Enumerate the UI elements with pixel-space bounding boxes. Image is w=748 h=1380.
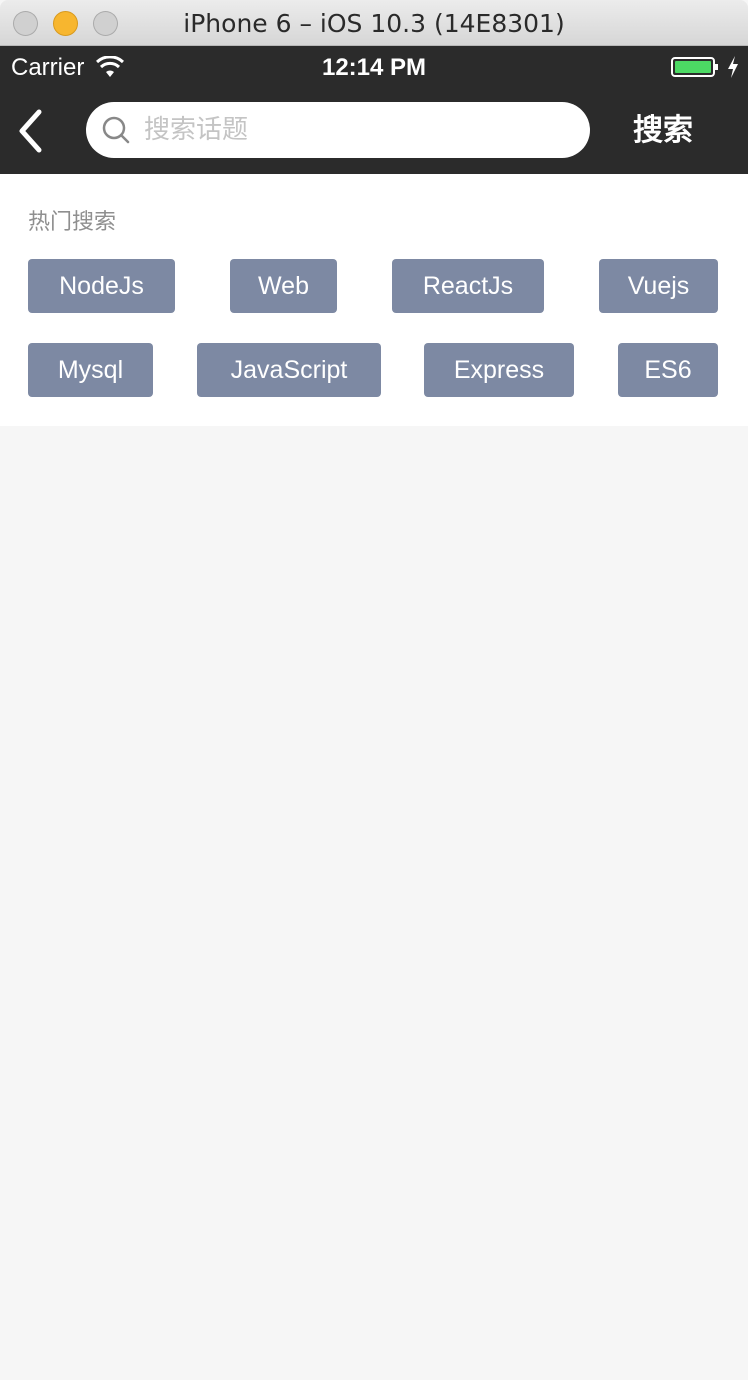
battery-icon bbox=[671, 57, 718, 77]
back-button[interactable] bbox=[10, 106, 50, 156]
hot-tag-mysql[interactable]: Mysql bbox=[28, 343, 153, 397]
charging-bolt-icon bbox=[728, 56, 738, 78]
hot-tag-nodejs[interactable]: NodeJs bbox=[28, 259, 175, 313]
chevron-left-icon bbox=[19, 109, 42, 153]
hot-tag-javascript[interactable]: JavaScript bbox=[197, 343, 381, 397]
hot-search-panel: 热门搜索 NodeJs Web ReactJs Vuejs Mysql Java… bbox=[0, 174, 748, 426]
search-button[interactable]: 搜索 bbox=[610, 108, 716, 154]
hot-tag-web[interactable]: Web bbox=[230, 259, 337, 313]
hot-tag-es6[interactable]: ES6 bbox=[618, 343, 718, 397]
search-navbar: 搜索 bbox=[0, 88, 748, 174]
ios-status-bar: Carrier 12:14 PM bbox=[0, 46, 748, 88]
window-title: iPhone 6 – iOS 10.3 (14E8301) bbox=[183, 9, 565, 38]
search-input[interactable] bbox=[142, 102, 572, 158]
hot-search-title: 热门搜索 bbox=[28, 210, 117, 235]
status-time: 12:14 PM bbox=[321, 54, 427, 81]
hot-tag-express[interactable]: Express bbox=[424, 343, 574, 397]
hot-tag-vuejs[interactable]: Vuejs bbox=[599, 259, 718, 313]
search-icon bbox=[102, 116, 130, 144]
simulator-titlebar: iPhone 6 – iOS 10.3 (14E8301) bbox=[0, 0, 748, 46]
empty-results-area bbox=[0, 426, 748, 1380]
hot-tag-reactjs[interactable]: ReactJs bbox=[392, 259, 544, 313]
search-box[interactable] bbox=[86, 102, 590, 158]
